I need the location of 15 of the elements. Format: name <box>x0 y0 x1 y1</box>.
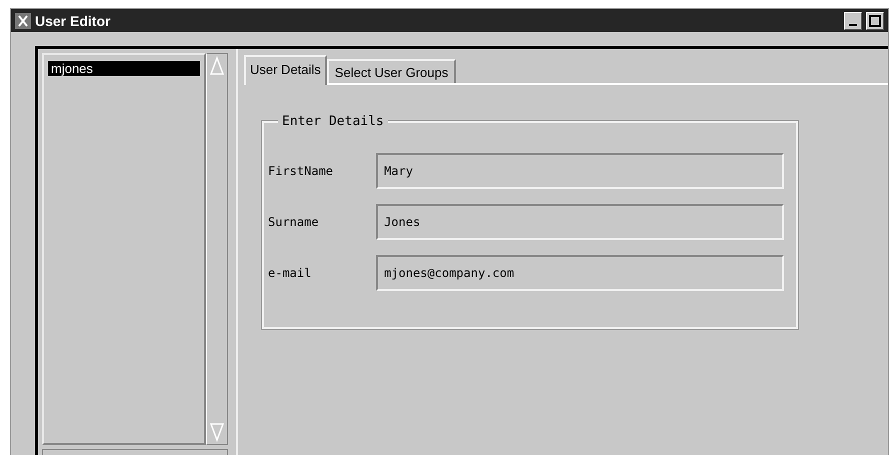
maximize-button[interactable] <box>866 12 884 30</box>
minimize-icon <box>849 24 857 26</box>
maximize-icon <box>869 14 881 26</box>
tab[interactable]: Select User Groups <box>326 59 456 83</box>
field-label: FirstName <box>267 164 334 178</box>
field-label: Surname <box>267 215 320 229</box>
minimize-button[interactable] <box>844 12 862 30</box>
text-field[interactable]: mjones@company.com <box>376 255 784 291</box>
list-item[interactable]: mjones <box>48 61 200 76</box>
window-title: User Editor <box>35 12 110 28</box>
field-label: e-mail <box>267 266 312 280</box>
tab[interactable]: User Details <box>244 55 327 85</box>
text-field[interactable]: Jones <box>376 204 784 240</box>
x-icon[interactable] <box>15 12 31 28</box>
text-field[interactable]: Mary <box>376 153 784 189</box>
